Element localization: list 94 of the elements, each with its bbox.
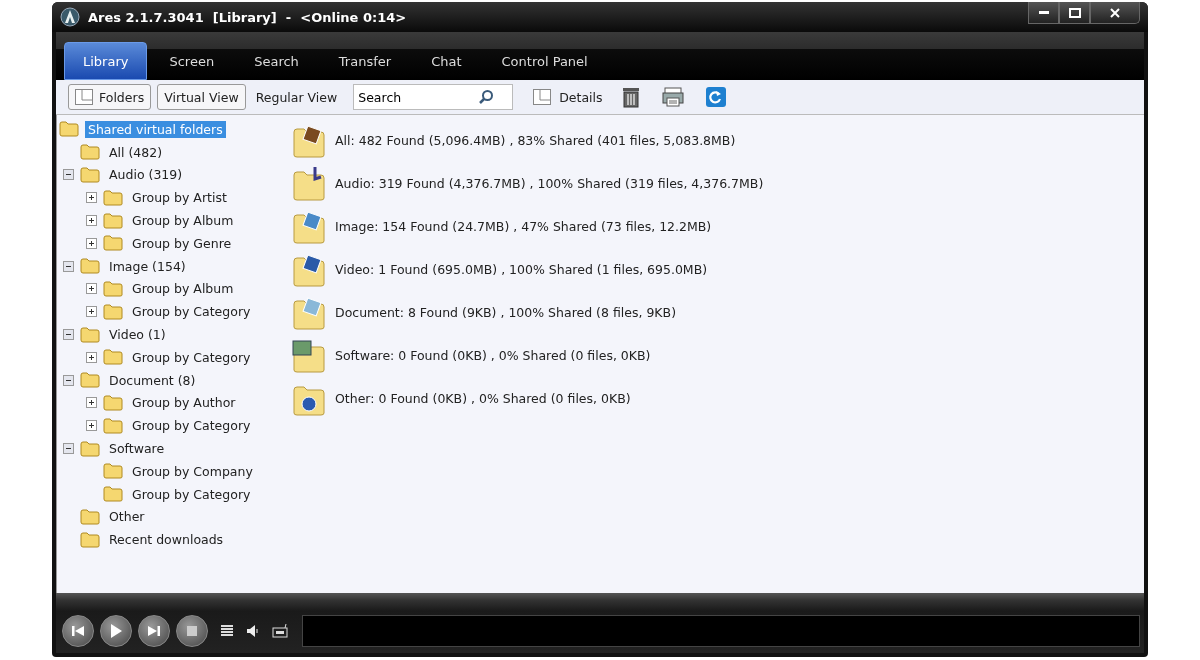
folder-icon bbox=[103, 349, 123, 366]
nav-tab[interactable]: Search bbox=[236, 42, 317, 80]
folder-icon bbox=[103, 463, 123, 480]
collapse-toggle[interactable] bbox=[63, 260, 74, 272]
close-icon bbox=[1110, 7, 1120, 18]
tree-item[interactable]: Software bbox=[106, 440, 168, 458]
trash-icon[interactable] bbox=[620, 86, 641, 108]
maximize-button[interactable] bbox=[1059, 2, 1090, 24]
tree-item[interactable]: Group by Category bbox=[129, 417, 254, 435]
folders-button[interactable]: Folders bbox=[68, 84, 152, 110]
expand-toggle[interactable] bbox=[86, 237, 97, 249]
speaker-icon[interactable] bbox=[246, 624, 260, 638]
tree-item[interactable]: Group by Category bbox=[129, 485, 254, 503]
folder-icon bbox=[103, 280, 123, 297]
collapse-toggle[interactable] bbox=[63, 443, 74, 455]
expand-toggle[interactable] bbox=[86, 192, 97, 204]
category-summary: Other: 0 Found (0KB) , 0% Shared (0 files, 0KB) bbox=[335, 391, 631, 406]
tree-item[interactable]: Group by Album bbox=[129, 212, 237, 230]
category-summary: All: 482 Found (5,096.4MB) , 83% Shared (401 files, 5,083.8MB) bbox=[335, 133, 736, 148]
search-input[interactable]: Search bbox=[358, 89, 479, 105]
tree-item[interactable]: Other bbox=[106, 508, 148, 526]
tree-item[interactable]: All (482) bbox=[106, 143, 166, 161]
expand-toggle[interactable] bbox=[86, 420, 97, 432]
nav-tab[interactable]: Screen bbox=[151, 42, 233, 80]
folder-icon bbox=[103, 189, 123, 206]
radio-icon[interactable] bbox=[272, 624, 288, 638]
skip-back-icon bbox=[72, 626, 84, 636]
window-title: Ares 2.1.7.3041 [Library] - <Online 0:14> bbox=[88, 9, 407, 25]
folder-icon bbox=[80, 326, 100, 343]
tree-item[interactable]: Group by Genre bbox=[129, 234, 235, 252]
regular-view-link[interactable]: Regular View bbox=[255, 89, 338, 105]
nav-tab[interactable]: Transfer bbox=[320, 42, 410, 80]
minimize-button[interactable] bbox=[1028, 2, 1059, 24]
tree-item[interactable]: Group by Category bbox=[129, 303, 254, 321]
tree-item[interactable]: Recent downloads bbox=[106, 531, 227, 549]
folder-icon bbox=[103, 235, 123, 252]
stop-icon bbox=[187, 626, 197, 636]
folder-icon bbox=[80, 531, 100, 548]
collapse-toggle[interactable] bbox=[63, 169, 74, 181]
folder-icon bbox=[103, 212, 123, 229]
folder-icon bbox=[80, 144, 100, 161]
folder-icon bbox=[80, 372, 100, 389]
folder-icon bbox=[80, 167, 100, 183]
tree-item[interactable]: Video (1) bbox=[106, 326, 169, 344]
category-summary: Image: 154 Found (24.7MB) , 47% Shared (73 files, 12.2MB) bbox=[335, 219, 712, 234]
folder-icon bbox=[103, 486, 123, 503]
category-summary: Software: 0 Found (0KB) , 0% Shared (0 files, 0KB) bbox=[335, 348, 651, 363]
panel-icon bbox=[533, 89, 552, 105]
nav-tab[interactable]: Control Panel bbox=[483, 42, 606, 80]
virtual-view-button[interactable]: Virtual View bbox=[157, 84, 246, 110]
expand-toggle[interactable] bbox=[86, 351, 97, 363]
collapse-toggle[interactable] bbox=[63, 374, 74, 386]
details-button[interactable]: Details bbox=[533, 89, 603, 105]
tree-item[interactable]: Group by Album bbox=[129, 280, 237, 298]
play-icon bbox=[110, 624, 122, 638]
nav-tab[interactable]: Chat bbox=[413, 42, 480, 80]
tree-item[interactable]: Group by Artist bbox=[129, 189, 230, 207]
refresh-icon[interactable] bbox=[704, 86, 727, 108]
folder-icon bbox=[103, 417, 123, 434]
folder-icon bbox=[103, 394, 123, 411]
stop-button[interactable] bbox=[176, 615, 208, 647]
category-summary: Audio: 319 Found (4,376.7MB) , 100% Shared (319 files, 4,376.7MB) bbox=[335, 176, 764, 191]
expand-toggle[interactable] bbox=[86, 215, 97, 227]
expand-toggle[interactable] bbox=[86, 397, 97, 409]
tree-item[interactable]: Group by Company bbox=[129, 462, 256, 480]
tree-item[interactable]: Audio (319) bbox=[106, 166, 186, 184]
tree-item[interactable]: Document (8) bbox=[106, 371, 199, 389]
search-field[interactable]: Search bbox=[353, 84, 514, 110]
play-button[interactable] bbox=[100, 615, 132, 647]
skip-forward-icon bbox=[148, 626, 160, 636]
tree-item[interactable]: Group by Author bbox=[129, 394, 239, 412]
printer-icon[interactable] bbox=[660, 87, 685, 107]
previous-button[interactable] bbox=[62, 615, 94, 647]
playlist-icon[interactable] bbox=[220, 624, 234, 638]
category-summary: Document: 8 Found (9KB) , 100% Shared (8 files, 9KB) bbox=[335, 305, 676, 320]
nav-tab[interactable]: Library bbox=[64, 42, 148, 80]
search-icon[interactable] bbox=[478, 89, 495, 105]
next-button[interactable] bbox=[138, 615, 170, 647]
logo-icon bbox=[60, 7, 80, 27]
expand-toggle[interactable] bbox=[86, 283, 97, 295]
folder-icon bbox=[80, 508, 100, 525]
collapse-toggle[interactable] bbox=[63, 329, 74, 341]
folder-icon bbox=[103, 303, 123, 320]
category-summary: Video: 1 Found (695.0MB) , 100% Shared (1 files, 695.0MB) bbox=[335, 262, 708, 277]
folder-icon bbox=[59, 121, 79, 138]
expand-toggle[interactable] bbox=[86, 306, 97, 318]
maximize-icon bbox=[1068, 7, 1081, 18]
tree-item[interactable]: Image (154) bbox=[106, 257, 189, 275]
minimize-icon bbox=[1038, 11, 1049, 14]
folder-icon bbox=[80, 258, 100, 275]
panel-icon bbox=[75, 89, 93, 105]
close-button[interactable] bbox=[1090, 2, 1140, 24]
folder-icon bbox=[80, 440, 100, 457]
tree-item[interactable]: Group by Category bbox=[129, 348, 254, 366]
